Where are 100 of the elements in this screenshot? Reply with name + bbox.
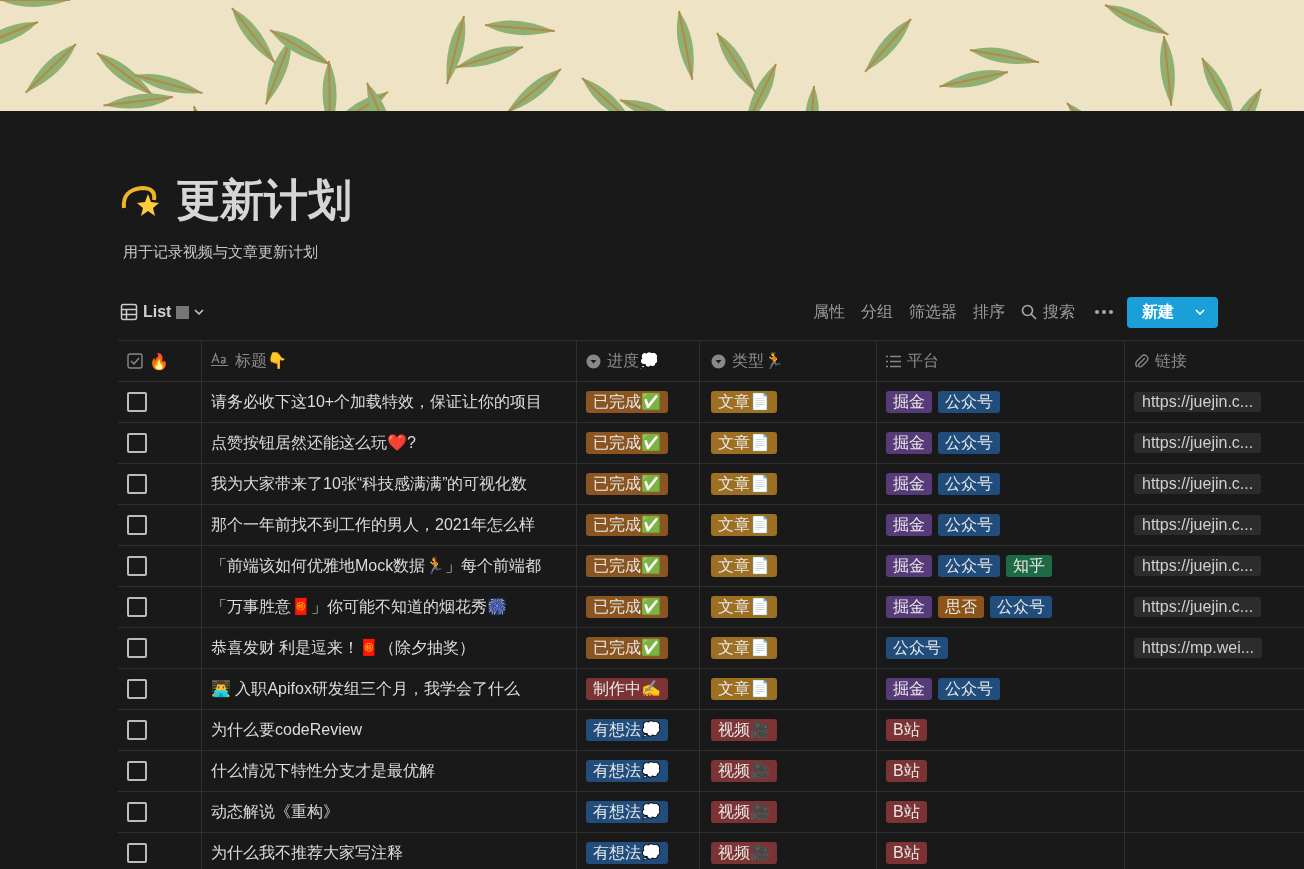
column-header[interactable]: 链接 <box>1155 350 1187 372</box>
row-title[interactable]: 为什么我不推荐大家写注释 <box>211 842 403 864</box>
row-title[interactable]: 那个一年前找不到工作的男人，2021年怎么样 <box>211 514 535 536</box>
square-icon <box>176 305 190 319</box>
platform-tag: 知乎 <box>1006 555 1052 577</box>
platform-tag: 思否 <box>938 596 984 618</box>
row-title[interactable]: 什么情况下特性分支才是最优解 <box>211 760 435 782</box>
chevron-down-icon <box>1194 306 1206 318</box>
row-checkbox[interactable] <box>127 556 147 576</box>
select-property-icon <box>711 353 726 369</box>
toolbar-action[interactable]: 属性 <box>807 297 851 327</box>
row-title[interactable]: 「前端该如何优雅地Mock数据🏃」每个前端都 <box>211 555 542 577</box>
platform-tag: B站 <box>886 760 927 782</box>
url-chip[interactable]: https://juejin.c... <box>1134 474 1262 494</box>
row-checkbox[interactable] <box>127 638 147 658</box>
row-checkbox[interactable] <box>127 720 147 740</box>
page-description: 用于记录视频与文章更新计划 <box>123 243 319 262</box>
row-checkbox[interactable] <box>127 515 147 535</box>
view-selector[interactable]: List <box>118 299 207 325</box>
status-tag: 制作中✍ <box>586 678 668 700</box>
status-tag: 已完成✅ <box>586 391 668 413</box>
type-tag: 视频🎥 <box>711 760 777 782</box>
platform-tag: B站 <box>886 719 927 741</box>
status-tag: 已完成✅ <box>586 637 668 659</box>
row-checkbox[interactable] <box>127 679 147 699</box>
toolbar-action[interactable]: 排序 <box>967 297 1011 327</box>
platform-tag: 掘金 <box>886 555 932 577</box>
status-tag: 已完成✅ <box>586 596 668 618</box>
platform-tag: 掘金 <box>886 473 932 495</box>
table-icon <box>120 303 138 321</box>
platform-tag: 公众号 <box>886 637 948 659</box>
row-checkbox[interactable] <box>127 474 147 494</box>
row-title[interactable]: 我为大家带来了10张“科技感满满”的可视化数 <box>211 473 528 495</box>
url-chip[interactable]: https://juejin.c... <box>1134 556 1262 576</box>
status-tag: 已完成✅ <box>586 555 668 577</box>
type-tag: 文章📄 <box>711 432 777 454</box>
row-checkbox[interactable] <box>127 597 147 617</box>
url-chip[interactable]: https://juejin.c... <box>1134 597 1262 617</box>
row-checkbox[interactable] <box>127 843 147 863</box>
status-tag: 有想法💭 <box>586 719 668 741</box>
platform-tag: 公众号 <box>938 432 1000 454</box>
platform-tag: 公众号 <box>938 514 1000 536</box>
chevron-down-icon <box>194 307 205 317</box>
toolbar-action[interactable]: 筛选器 <box>903 297 963 327</box>
column-header[interactable]: 类型🏃 <box>732 350 784 372</box>
platform-tag: 公众号 <box>938 555 1000 577</box>
platform-tag: 公众号 <box>938 473 1000 495</box>
row-title[interactable]: 「万事胜意🧧」你可能不知道的烟花秀🎆 <box>211 596 507 618</box>
status-tag: 已完成✅ <box>586 514 668 536</box>
url-chip[interactable]: https://juejin.c... <box>1134 515 1262 535</box>
platform-tag: 掘金 <box>886 678 932 700</box>
platform-tag: 公众号 <box>938 391 1000 413</box>
type-tag: 文章📄 <box>711 473 777 495</box>
paperclip-icon <box>1134 353 1149 369</box>
platform-tag: 掘金 <box>886 432 932 454</box>
type-tag: 文章📄 <box>711 391 777 413</box>
platform-tag: 掘金 <box>886 514 932 536</box>
type-tag: 视频🎥 <box>711 719 777 741</box>
toolbar-action[interactable]: 分组 <box>855 297 899 327</box>
platform-tag: 掘金 <box>886 391 932 413</box>
select-property-icon <box>586 353 601 369</box>
row-title[interactable]: 点赞按钮居然还能这么玩❤? <box>211 432 416 454</box>
type-tag: 文章📄 <box>711 555 777 577</box>
status-tag: 已完成✅ <box>586 473 668 495</box>
search-icon <box>1021 304 1037 320</box>
status-tag: 已完成✅ <box>586 432 668 454</box>
status-tag: 有想法💭 <box>586 801 668 823</box>
row-title[interactable]: 为什么要codeReview <box>211 719 363 741</box>
checkbox-column-icon <box>127 353 143 369</box>
row-title[interactable]: 请务必收下这10+个加载特效，保证让你的项目 <box>211 391 543 413</box>
column-header[interactable]: 平台 <box>907 350 939 372</box>
url-chip[interactable]: https://juejin.c... <box>1134 392 1262 412</box>
status-tag: 有想法💭 <box>586 760 668 782</box>
column-header[interactable]: 标题👇 <box>235 350 287 372</box>
platform-tag: 公众号 <box>938 678 1000 700</box>
list-icon <box>886 354 901 368</box>
row-checkbox[interactable] <box>127 392 147 412</box>
type-tag: 文章📄 <box>711 514 777 536</box>
type-tag: 文章📄 <box>711 678 777 700</box>
url-chip[interactable]: https://juejin.c... <box>1134 433 1262 453</box>
row-checkbox[interactable] <box>127 761 147 781</box>
platform-tag: 掘金 <box>886 596 932 618</box>
row-title[interactable]: 动态解说《重构》 <box>211 801 339 823</box>
row-checkbox[interactable] <box>127 802 147 822</box>
url-chip[interactable]: https://mp.wei... <box>1134 638 1263 658</box>
column-header[interactable]: 🔥 <box>149 351 169 371</box>
type-tag: 文章📄 <box>711 637 777 659</box>
type-tag: 视频🎥 <box>711 842 777 864</box>
platform-tag: B站 <box>886 842 927 864</box>
status-tag: 有想法💭 <box>586 842 668 864</box>
platform-tag: 公众号 <box>990 596 1052 618</box>
page-title: 更新计划 <box>176 178 352 222</box>
platform-tag: B站 <box>886 801 927 823</box>
row-title[interactable]: 恭喜发财 利是逗来！🧧（除夕抽奖） <box>211 637 476 659</box>
type-tag: 文章📄 <box>711 596 777 618</box>
type-tag: 视频🎥 <box>711 801 777 823</box>
row-checkbox[interactable] <box>127 433 147 453</box>
more-options-icon[interactable] <box>1095 310 1113 314</box>
row-title[interactable]: 👨‍💻 入职Apifox研发组三个月，我学会了什么 <box>211 678 520 700</box>
search-button[interactable]: 搜索 <box>1015 297 1081 327</box>
